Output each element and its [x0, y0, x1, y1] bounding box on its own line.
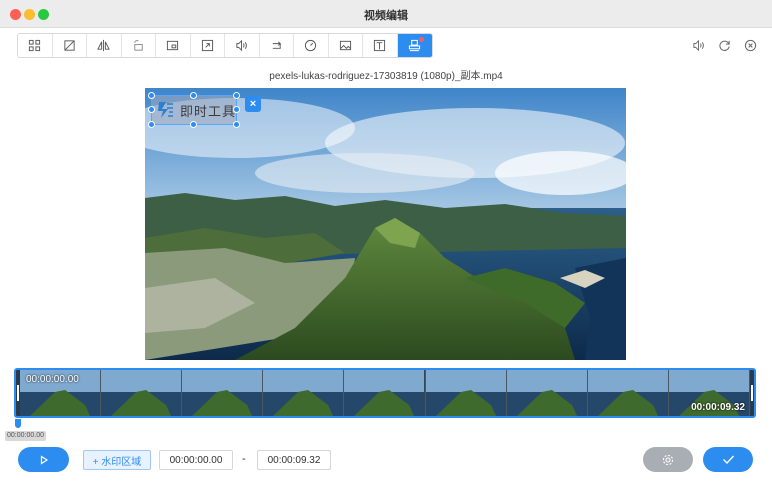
- refresh-button[interactable]: [717, 38, 731, 52]
- timeline-track[interactable]: 00:00:00.00 00:00:09.32: [14, 368, 756, 418]
- audio-icon: [692, 39, 704, 51]
- end-time-input[interactable]: 00:00:09.32: [257, 450, 331, 470]
- text-tool[interactable]: [363, 34, 398, 57]
- image-icon: [339, 40, 351, 51]
- refresh-icon: [718, 40, 730, 51]
- file-name: pexels-lukas-rodriguez-17303819 (1080p)_…: [269, 71, 503, 82]
- landscape-frame-image: [145, 88, 626, 360]
- timeline-frame: [263, 370, 345, 416]
- timeline-frame: [425, 370, 507, 416]
- rotate-tool[interactable]: [121, 34, 156, 57]
- window-title: 视频编辑: [364, 10, 408, 22]
- frame-strip: [20, 370, 750, 416]
- timeline-frame: [587, 370, 669, 416]
- timeline-end-time: 00:00:09.32: [691, 402, 745, 413]
- speed-tool[interactable]: [294, 34, 329, 57]
- checkmark-icon: [722, 455, 734, 465]
- play-button[interactable]: [18, 447, 69, 472]
- timeline-start-time: 00:00:00.00: [26, 374, 79, 385]
- time-range-separator: -: [242, 453, 246, 465]
- resize-handle-top-right[interactable]: [233, 92, 240, 99]
- flip-tool[interactable]: [87, 34, 122, 57]
- gear-icon: [662, 454, 674, 465]
- close-circle-icon: [744, 39, 756, 51]
- trim-handle-left[interactable]: [17, 385, 19, 401]
- watermark-logo-icon: [158, 102, 173, 118]
- resize-handle-bottom-left[interactable]: [148, 121, 155, 128]
- timeline-frame: [182, 370, 264, 416]
- start-time-input[interactable]: 00:00:00.00: [159, 450, 233, 470]
- notification-dot: [419, 37, 424, 42]
- resize-handle-top[interactable]: [190, 92, 197, 99]
- watermark-text: 即时工具: [180, 103, 237, 119]
- close-panel-button[interactable]: [743, 38, 757, 52]
- resize-handle-right[interactable]: [233, 106, 240, 113]
- resize-handle-left[interactable]: [148, 106, 155, 113]
- text-icon: [374, 39, 386, 52]
- crop-frame-icon: [29, 39, 41, 52]
- right-toolbar: [691, 38, 757, 52]
- confirm-button[interactable]: [703, 447, 753, 472]
- resize-handle-bottom-right[interactable]: [233, 121, 240, 128]
- image-tool[interactable]: [328, 34, 363, 57]
- crop-icon: [64, 40, 75, 51]
- volume-tool[interactable]: [225, 34, 260, 57]
- speed-icon: [305, 39, 317, 52]
- watermark-area-button[interactable]: + 水印区域: [83, 450, 151, 470]
- pip-icon: [167, 40, 179, 51]
- edit-toolbar: [17, 33, 433, 58]
- rotate-icon: [134, 40, 143, 51]
- crop-frame-tool[interactable]: [18, 34, 53, 57]
- audio-button[interactable]: [691, 38, 705, 52]
- pip-tool[interactable]: [156, 34, 191, 57]
- timeline-frame: [101, 370, 183, 416]
- trim-handle-right[interactable]: [751, 385, 753, 401]
- timeline-frame: [506, 370, 588, 416]
- resize-icon: [201, 39, 213, 52]
- remove-watermark-button[interactable]: ×: [245, 96, 261, 112]
- resize-handle-bottom[interactable]: [190, 121, 197, 128]
- crop-tool[interactable]: [52, 34, 87, 57]
- video-preview[interactable]: [145, 88, 626, 360]
- watermark-tool[interactable]: [397, 34, 432, 57]
- playhead-time: 00:00:00.00: [5, 431, 46, 441]
- loop-icon: [272, 41, 281, 49]
- flip-icon: [97, 39, 111, 52]
- resize-handle-top-left[interactable]: [148, 92, 155, 99]
- resize-tool[interactable]: [190, 34, 225, 57]
- play-icon: [40, 454, 48, 465]
- settings-button[interactable]: [643, 447, 693, 472]
- volume-icon: [236, 39, 248, 52]
- playhead[interactable]: [15, 419, 21, 428]
- video-editor-window: 视频编辑 pexels-lukas-rodriguez-17303819 (10…: [0, 0, 772, 485]
- loop-tool[interactable]: [259, 34, 294, 57]
- timeline-frame: [344, 370, 426, 416]
- title-bar: 视频编辑: [0, 0, 772, 28]
